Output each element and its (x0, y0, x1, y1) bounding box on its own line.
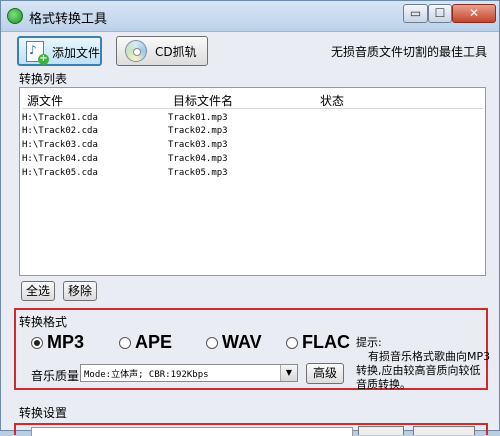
row-source-cell: H:\Track02.cda (22, 126, 98, 136)
minimize-button[interactable]: ▭ (403, 4, 428, 23)
row-source-cell: H:\Track03.cda (22, 140, 98, 150)
row-source-cell: H:\Track04.cda (22, 154, 98, 164)
radio-mp3[interactable] (31, 337, 43, 349)
radio-wav[interactable] (206, 337, 218, 349)
quality-select-value: Mode:立体声; CBR:192Kbps (84, 370, 209, 380)
cd-disc-icon (125, 40, 147, 62)
advanced-button[interactable]: 高级 (306, 363, 344, 384)
format-label-mp3[interactable]: MP3 (47, 332, 84, 353)
main-window: 格式转换工具 ▭ ☐ ✕ + 添加文件 CD抓轨 无损音质文件切割的最佳工具 转… (0, 0, 500, 436)
format-label-flac[interactable]: FLAC (302, 332, 350, 353)
radio-ape[interactable] (119, 337, 131, 349)
cd-rip-label: CD抓轨 (155, 45, 197, 59)
title-bar[interactable]: 格式转换工具 ▭ ☐ ✕ (1, 1, 499, 32)
maximize-button[interactable]: ☐ (428, 4, 452, 23)
column-header-target[interactable]: 目标文件名 (173, 92, 233, 109)
row-target-cell: Track03.mp3 (168, 140, 228, 150)
settings-section-label: 转换设置 (19, 406, 68, 420)
app-logo-icon (7, 8, 23, 24)
row-source-cell: H:\Track05.cda (22, 168, 98, 178)
cd-rip-button[interactable]: CD抓轨 (116, 36, 208, 66)
close-button[interactable]: ✕ (452, 4, 496, 23)
select-all-button[interactable]: 全选 (21, 281, 55, 301)
column-header-status[interactable]: 状态 (320, 92, 344, 109)
output-path-field[interactable] (31, 427, 353, 436)
radio-flac[interactable] (286, 337, 298, 349)
window-title: 格式转换工具 (29, 12, 108, 27)
row-target-cell: Track01.mp3 (168, 113, 228, 123)
row-source-cell: H:\Track01.cda (22, 113, 98, 123)
format-label-ape[interactable]: APE (135, 332, 172, 353)
row-target-cell: Track02.mp3 (168, 126, 228, 136)
quality-label: 音乐质量 (31, 369, 80, 383)
app-slogan: 无损音质文件切割的最佳工具 (331, 45, 488, 59)
tip-line: 音质转换。 (356, 378, 411, 391)
add-file-button[interactable]: + 添加文件 (17, 36, 102, 66)
chevron-down-icon[interactable]: ▼ (280, 365, 297, 381)
column-header-source[interactable]: 源文件 (27, 92, 63, 109)
add-music-file-icon: + (26, 41, 49, 65)
format-section-label: 转换格式 (19, 315, 68, 329)
file-list-section-label: 转换列表 (19, 72, 68, 86)
row-target-cell: Track04.mp3 (168, 154, 228, 164)
conversion-file-list[interactable]: 源文件 目标文件名 状态 H:\Track01.cda Track01.mp3 … (19, 87, 486, 276)
remove-button[interactable]: 移除 (63, 281, 97, 301)
add-file-label: 添加文件 (52, 46, 101, 60)
header-divider (22, 108, 483, 109)
quality-select[interactable]: Mode:立体声; CBR:192Kbps ▼ (80, 364, 298, 382)
format-label-wav[interactable]: WAV (222, 332, 262, 353)
row-target-cell: Track05.mp3 (168, 168, 228, 178)
